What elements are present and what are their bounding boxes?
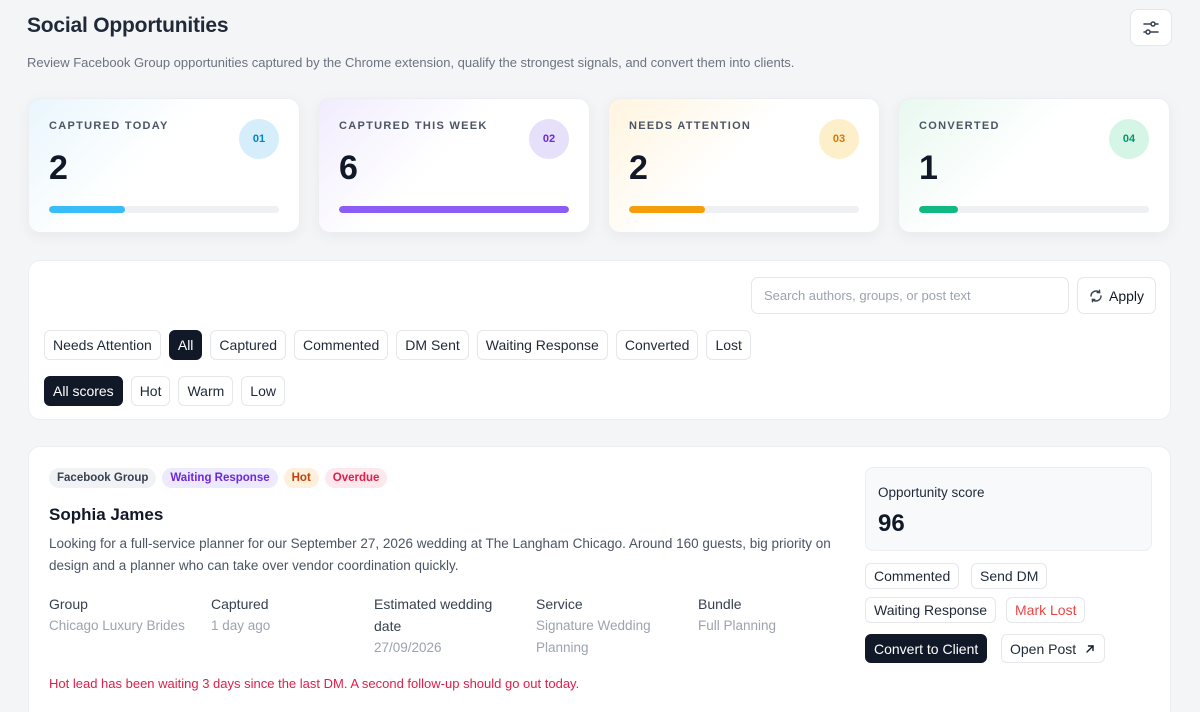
status-chip-waiting-response[interactable]: Waiting Response	[476, 330, 608, 360]
meta-value: Full Planning	[698, 618, 777, 633]
overdue-tag: Overdue	[324, 468, 388, 488]
search-input[interactable]	[751, 277, 1069, 314]
opportunity-score-box: Opportunity score 96	[865, 467, 1152, 551]
meta-value: Planning	[536, 640, 589, 655]
stat-progress-track	[629, 206, 859, 213]
score-filter-row: All scores Hot Warm Low	[44, 376, 285, 406]
score-chip-hot[interactable]: Hot	[130, 376, 171, 406]
meta-label: Estimated wedding	[374, 596, 493, 612]
meta-label: Bundle	[698, 596, 742, 612]
commented-button[interactable]: Commented	[865, 563, 960, 589]
stat-progress-track	[919, 206, 1149, 213]
score-chip-all-scores[interactable]: All scores	[44, 376, 123, 406]
status-chip-all[interactable]: All	[168, 330, 203, 360]
stat-label: CONVERTED	[919, 120, 1000, 132]
stat-label: CAPTURED TODAY	[49, 120, 169, 132]
stat-card-needs-attention: NEEDS ATTENTION 2 03	[608, 98, 880, 233]
stat-index-badge: 02	[529, 119, 569, 159]
stat-progress-fill	[339, 206, 569, 213]
waiting-response-button[interactable]: Waiting Response	[865, 597, 997, 623]
status-tag: Waiting Response	[162, 468, 278, 488]
stat-progress-track	[339, 206, 569, 213]
mark-lost-button[interactable]: Mark Lost	[1006, 597, 1086, 623]
stat-index-badge: 01	[239, 119, 279, 159]
meta-value: 1 day ago	[211, 618, 271, 633]
follow-up-alert: Hot lead has been waiting 3 days since t…	[49, 676, 580, 691]
external-link-icon	[1086, 644, 1094, 653]
source-tag: Facebook Group	[49, 468, 157, 488]
lead-name: Sophia James	[49, 505, 164, 524]
stat-value: 6	[339, 149, 358, 187]
stat-value: 2	[49, 149, 68, 187]
status-chip-captured[interactable]: Captured	[210, 330, 287, 360]
apply-label: Apply	[1108, 287, 1145, 304]
meta-wedding-date: Estimated wedding date 27/09/2026	[374, 593, 492, 659]
status-filter-row: Needs Attention All Captured Commented D…	[44, 330, 751, 360]
apply-button[interactable]: Apply	[1077, 277, 1156, 314]
meta-label: date	[374, 618, 402, 634]
meta-captured: Captured 1 day ago	[211, 593, 270, 637]
meta-label: Service	[536, 596, 583, 612]
score-chip-low[interactable]: Low	[241, 376, 285, 406]
opportunity-tags: Facebook Group Waiting Response Hot Over…	[49, 468, 388, 488]
score-value: 96	[878, 510, 905, 537]
meta-value: Signature Wedding	[536, 618, 651, 633]
stat-label: CAPTURED THIS WEEK	[339, 120, 488, 132]
stat-card-converted: CONVERTED 1 04	[898, 98, 1170, 233]
status-chip-commented[interactable]: Commented	[294, 330, 389, 360]
open-post-button[interactable]: Open Post	[1001, 634, 1106, 663]
status-chip-dm-sent[interactable]: DM Sent	[396, 330, 469, 360]
meta-label: Group	[49, 596, 88, 612]
score-chip-warm[interactable]: Warm	[178, 376, 234, 406]
stat-progress-fill	[49, 206, 125, 213]
meta-value: Chicago Luxury Brides	[49, 618, 185, 633]
stat-index-badge: 04	[1109, 119, 1149, 159]
stat-value: 2	[629, 149, 648, 187]
sliders-icon	[1143, 20, 1159, 35]
filter-panel: Apply Needs Attention All Captured Comme…	[28, 260, 1171, 420]
page-title: Social Opportunities	[27, 14, 229, 37]
opportunity-card: Facebook Group Waiting Response Hot Over…	[28, 446, 1171, 712]
meta-bundle: Bundle Full Planning	[698, 593, 776, 637]
status-chip-lost[interactable]: Lost	[706, 330, 751, 360]
filter-settings-button[interactable]	[1130, 9, 1172, 46]
meta-value: 27/09/2026	[374, 640, 442, 655]
lead-post-text: Looking for a full-service planner for o…	[49, 536, 831, 573]
stat-progress-fill	[629, 206, 705, 213]
meta-group: Group Chicago Luxury Brides	[49, 593, 185, 637]
status-chip-converted[interactable]: Converted	[615, 330, 699, 360]
open-post-label: Open Post	[1010, 640, 1077, 657]
stat-card-captured-today: CAPTURED TODAY 2 01	[28, 98, 300, 233]
stat-progress-track	[49, 206, 279, 213]
score-label: Opportunity score	[878, 485, 985, 500]
meta-label: Captured	[211, 596, 269, 612]
stat-card-captured-this-week: CAPTURED THIS WEEK 6 02	[318, 98, 590, 233]
stat-progress-fill	[919, 206, 959, 213]
send-dm-button[interactable]: Send DM	[971, 563, 1048, 589]
convert-to-client-button[interactable]: Convert to Client	[865, 634, 988, 663]
stat-label: NEEDS ATTENTION	[629, 120, 752, 132]
status-chip-needs-attention[interactable]: Needs Attention	[44, 330, 161, 360]
meta-service: Service Signature Wedding Planning	[536, 593, 651, 659]
page-subtitle: Review Facebook Group opportunities capt…	[27, 55, 795, 70]
refresh-icon	[1090, 289, 1102, 303]
stat-index-badge: 03	[819, 119, 859, 159]
temperature-tag: Hot	[283, 468, 319, 488]
stat-value: 1	[919, 149, 938, 187]
